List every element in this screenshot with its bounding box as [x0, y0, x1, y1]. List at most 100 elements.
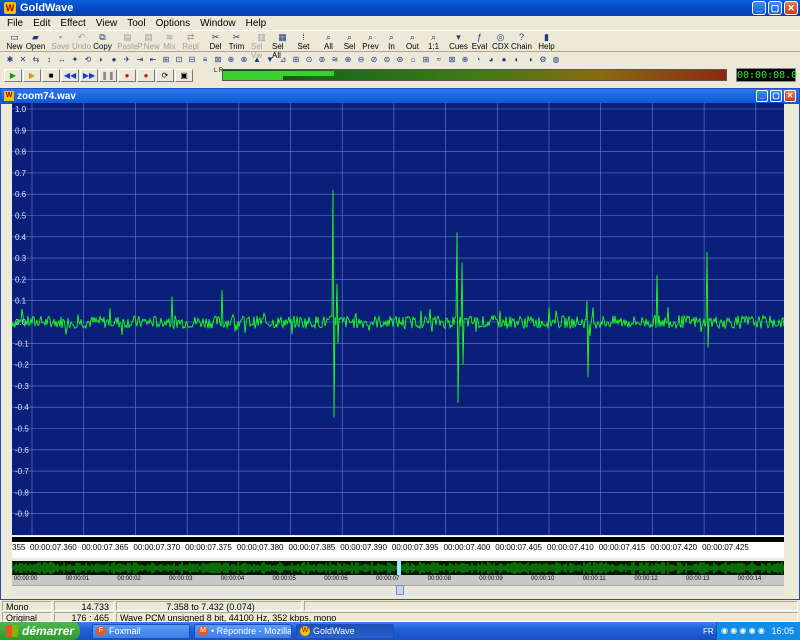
- overview-waveform[interactable]: [12, 561, 784, 575]
- menu-tool[interactable]: Tool: [122, 18, 150, 29]
- play-selection-button[interactable]: ▶: [23, 69, 41, 82]
- effect-tool-icon[interactable]: ⊞: [160, 54, 172, 66]
- menu-file[interactable]: File: [2, 18, 28, 29]
- effect-tool-icon[interactable]: ◕: [485, 54, 497, 66]
- effect-tool-icon[interactable]: ≈: [433, 54, 445, 66]
- rewind-button[interactable]: ◀◀: [61, 69, 79, 82]
- effect-tool-icon[interactable]: ✕: [17, 54, 29, 66]
- out-button[interactable]: ⌕ Out: [402, 31, 423, 52]
- effect-tool-icon[interactable]: ▲: [251, 54, 263, 66]
- save-button[interactable]: ▪ Save: [50, 31, 71, 52]
- effect-tool-icon[interactable]: ⊠: [212, 54, 224, 66]
- effect-tool-icon[interactable]: ◍: [550, 54, 562, 66]
- menu-window[interactable]: Window: [195, 18, 241, 29]
- del-button[interactable]: ✂ Del: [205, 31, 226, 52]
- paste-button[interactable]: ▤ Paste: [117, 31, 138, 52]
- language-indicator[interactable]: FR: [703, 627, 714, 636]
- task-goldwave[interactable]: W GoldWave: [296, 624, 394, 639]
- document-close-button[interactable]: ✕: [784, 90, 796, 102]
- loop-button[interactable]: ⟳: [156, 69, 174, 82]
- chain-button[interactable]: ? Chain: [511, 31, 532, 52]
- new-button[interactable]: ▭ New: [4, 31, 25, 52]
- effect-tool-icon[interactable]: ⚙: [537, 54, 549, 66]
- effect-tool-icon[interactable]: ⊕: [459, 54, 471, 66]
- sel-button[interactable]: ⌕ Sel: [339, 31, 360, 52]
- effect-tool-icon[interactable]: ●: [498, 54, 510, 66]
- effect-tool-icon[interactable]: ⊟: [186, 54, 198, 66]
- copy-button[interactable]: ⧉ Copy: [92, 31, 113, 52]
- pause-button[interactable]: ❚❚: [99, 69, 117, 82]
- task-mozilla[interactable]: M • Répondre - Mozilla ...: [194, 624, 292, 639]
- document-minimize-button[interactable]: _: [756, 90, 768, 102]
- effect-tool-icon[interactable]: ⊡: [173, 54, 185, 66]
- menu-options[interactable]: Options: [151, 18, 195, 29]
- stop-button[interactable]: ■: [42, 69, 60, 82]
- effect-tool-icon[interactable]: ⇆: [30, 54, 42, 66]
- set-button[interactable]: ⁞ Set: [293, 31, 314, 52]
- effect-tool-icon[interactable]: ◔: [472, 54, 484, 66]
- effect-tool-icon[interactable]: ●: [108, 54, 120, 66]
- effect-tool-icon[interactable]: ⊛: [394, 54, 406, 66]
- effect-tool-icon[interactable]: ⊞: [420, 54, 432, 66]
- sel-all-button[interactable]: ▦ Sel All: [272, 31, 293, 60]
- effect-tool-icon[interactable]: ✈: [121, 54, 133, 66]
- start-button[interactable]: démarrer: [0, 622, 80, 640]
- effect-tool-icon[interactable]: ⊙: [303, 54, 315, 66]
- effect-tool-icon[interactable]: ⊜: [381, 54, 393, 66]
- effect-tool-icon[interactable]: ↕: [43, 54, 55, 66]
- effect-tool-icon[interactable]: ▼: [264, 54, 276, 66]
- minimize-button[interactable]: _: [752, 1, 766, 15]
- record-selection-button[interactable]: ●: [137, 69, 155, 82]
- effect-tool-icon[interactable]: ⊖: [355, 54, 367, 66]
- effect-tool-icon[interactable]: ⇤: [147, 54, 159, 66]
- effect-tool-icon[interactable]: ⊿: [277, 54, 289, 66]
- fast-forward-button[interactable]: ▶▶: [80, 69, 98, 82]
- effect-tool-icon[interactable]: ◑: [524, 54, 536, 66]
- repl-button[interactable]: ⇄ Repl: [180, 31, 201, 52]
- menu-view[interactable]: View: [91, 18, 123, 29]
- menu-effect[interactable]: Effect: [55, 18, 90, 29]
- effect-tool-icon[interactable]: ⊠: [446, 54, 458, 66]
- effect-tool-icon[interactable]: ⊕: [225, 54, 237, 66]
- cdx-button[interactable]: ◎ CDX: [490, 31, 511, 52]
- waveform-display[interactable]: 1.00.90.80.70.60.50.40.30.20.10.0-0.1-0.…: [12, 103, 784, 535]
- effect-tool-icon[interactable]: ⟲: [82, 54, 94, 66]
- play-button[interactable]: ▶: [4, 69, 22, 82]
- record-button[interactable]: ●: [118, 69, 136, 82]
- effect-tool-icon[interactable]: ◗: [95, 54, 107, 66]
- prev-button[interactable]: ⌕ Prev: [360, 31, 381, 52]
- sel-vw-button[interactable]: ▥ Sel Vw: [251, 31, 272, 60]
- settings-button[interactable]: ▣: [175, 69, 193, 82]
- scrollbar-thumb[interactable]: [396, 585, 404, 595]
- effect-tool-icon[interactable]: ⊞: [290, 54, 302, 66]
- open-button[interactable]: ▰ Open: [25, 31, 46, 52]
- effect-tool-icon[interactable]: ⊚: [316, 54, 328, 66]
- effect-tool-icon[interactable]: ⇥: [134, 54, 146, 66]
- trim-button[interactable]: ✂ Trim: [226, 31, 247, 52]
- eval-button[interactable]: ƒ Eval: [469, 31, 490, 52]
- help-button[interactable]: ▮ Help: [536, 31, 557, 52]
- effect-tool-icon[interactable]: ◐: [511, 54, 523, 66]
- 1-1-button[interactable]: ⌕ 1:1: [423, 31, 444, 52]
- effect-tool-icon[interactable]: ✦: [69, 54, 81, 66]
- all-button[interactable]: ⌕ All: [318, 31, 339, 52]
- mix-button[interactable]: ≋ Mix: [159, 31, 180, 52]
- task-foxmail[interactable]: F Foxmail: [92, 624, 190, 639]
- cues-button[interactable]: ▾ Cues: [448, 31, 469, 52]
- close-button[interactable]: ✕: [784, 1, 798, 15]
- in-button[interactable]: ⌕ In: [381, 31, 402, 52]
- document-maximize-button[interactable]: ▢: [770, 90, 782, 102]
- tray-icons[interactable]: ◉ ◉ ◉ ◉ ◉: [721, 622, 765, 640]
- undo-button[interactable]: ↶ Undo: [71, 31, 92, 52]
- effect-tool-icon[interactable]: ⊗: [238, 54, 250, 66]
- maximize-button[interactable]: ▢: [768, 1, 782, 15]
- effect-tool-icon[interactable]: ≋: [329, 54, 341, 66]
- effect-tool-icon[interactable]: ⌂: [407, 54, 419, 66]
- effect-tool-icon[interactable]: ≡: [199, 54, 211, 66]
- effect-tool-icon[interactable]: ⊕: [342, 54, 354, 66]
- effect-tool-icon[interactable]: ↔: [56, 54, 68, 66]
- menu-help[interactable]: Help: [241, 18, 272, 29]
- p-new-button[interactable]: ▤ P.New: [137, 31, 160, 52]
- menu-edit[interactable]: Edit: [28, 18, 55, 29]
- effect-tool-icon[interactable]: ⊘: [368, 54, 380, 66]
